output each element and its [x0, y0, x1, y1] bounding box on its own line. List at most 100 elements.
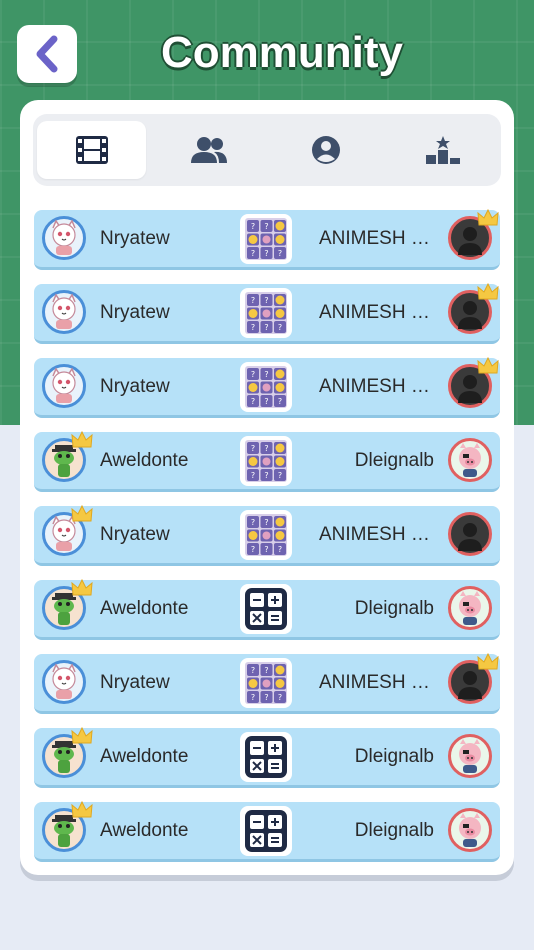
left-player-cat-avatar[interactable] — [42, 660, 86, 704]
match-row[interactable]: Nryatew ANIMESH M...????? — [34, 356, 500, 418]
right-player-silhouette-avatar[interactable] — [448, 208, 499, 260]
left-player-cat-avatar[interactable] — [42, 290, 86, 334]
tab-profile[interactable] — [271, 121, 380, 179]
right-player-silhouette-avatar[interactable] — [448, 282, 499, 334]
puzzle-grid-icon: ????? — [240, 214, 292, 264]
match-row[interactable]: Aweldonte Dleignalb — [34, 578, 500, 640]
left-player-name: Nryatew — [100, 228, 170, 249]
right-player-pig-avatar[interactable] — [448, 438, 492, 482]
svg-text:?: ? — [278, 249, 282, 258]
crown-icon — [477, 652, 499, 676]
puzzle-grid-icon: ????? — [240, 362, 292, 412]
svg-text:?: ? — [251, 249, 255, 258]
right-player-silhouette-avatar[interactable] — [448, 356, 499, 408]
right-player-name: Dleignalb — [354, 746, 434, 767]
puzzle-grid-icon: ????? — [240, 658, 292, 708]
svg-text:?: ? — [251, 397, 255, 406]
right-player-name: Dleignalb — [354, 598, 434, 619]
left-player-lizard-avatar[interactable] — [42, 726, 93, 778]
svg-text:?: ? — [264, 323, 268, 332]
right-player-name: ANIMESH M... — [319, 672, 434, 693]
tab-replays[interactable] — [37, 121, 146, 179]
svg-text:?: ? — [264, 693, 268, 702]
svg-text:?: ? — [251, 518, 255, 527]
left-player-cat-avatar[interactable] — [42, 504, 93, 556]
svg-text:?: ? — [251, 296, 255, 305]
svg-text:?: ? — [278, 545, 282, 554]
calculator-icon — [240, 732, 292, 782]
left-player-name: Aweldonte — [100, 746, 189, 767]
svg-text:?: ? — [264, 666, 268, 675]
podium-icon — [425, 136, 460, 164]
svg-text:?: ? — [264, 444, 268, 453]
right-player-silhouette-avatar[interactable] — [448, 512, 492, 556]
svg-text:?: ? — [264, 471, 268, 480]
puzzle-grid-icon: ????? — [240, 510, 292, 560]
tab-leaderboard[interactable] — [388, 121, 497, 179]
left-player-lizard-avatar[interactable] — [42, 430, 93, 482]
svg-text:?: ? — [264, 518, 268, 527]
svg-text:?: ? — [278, 323, 282, 332]
svg-text:?: ? — [251, 370, 255, 379]
crown-icon — [477, 208, 499, 232]
crown-icon — [71, 800, 93, 824]
left-player-name: Aweldonte — [100, 820, 189, 841]
right-player-name: ANIMESH M... — [319, 376, 434, 397]
calculator-icon — [240, 806, 292, 856]
right-player-pig-avatar[interactable] — [448, 734, 492, 778]
crown-icon — [71, 504, 93, 528]
match-row[interactable]: Aweldonte Dleignalb — [34, 726, 500, 788]
match-row[interactable]: Aweldonte Dleignalb????? — [34, 430, 500, 492]
left-player-name: Nryatew — [100, 302, 170, 323]
svg-text:?: ? — [264, 296, 268, 305]
left-player-name: Aweldonte — [100, 450, 189, 471]
right-player-name: ANIMESH M... — [319, 302, 434, 323]
right-player-pig-avatar[interactable] — [448, 808, 492, 852]
left-player-name: Nryatew — [100, 524, 170, 545]
tab-bar — [33, 114, 501, 186]
left-player-name: Nryatew — [100, 376, 170, 397]
community-panel: Nryatew ANIMESH M...????? Nryatew ANIMESH M… — [20, 100, 514, 875]
calculator-icon — [240, 584, 292, 634]
crown-icon — [71, 430, 93, 454]
puzzle-grid-icon: ????? — [240, 436, 292, 486]
svg-text:?: ? — [251, 323, 255, 332]
svg-text:?: ? — [251, 693, 255, 702]
match-row[interactable]: Nryatew ANIMESH M...????? — [34, 652, 500, 714]
right-player-name: ANIMESH M... — [319, 524, 434, 545]
tab-friends[interactable] — [154, 121, 263, 179]
left-player-cat-avatar[interactable] — [42, 216, 86, 260]
right-player-name: Dleignalb — [354, 450, 434, 471]
svg-text:?: ? — [278, 693, 282, 702]
page-title: Community — [161, 28, 403, 77]
puzzle-grid-icon: ????? — [240, 288, 292, 338]
film-icon — [75, 136, 108, 164]
right-player-pig-avatar[interactable] — [448, 586, 492, 630]
crown-icon — [71, 726, 93, 750]
match-row[interactable]: Nryatew ANIMESH M...????? — [34, 504, 500, 566]
svg-text:?: ? — [264, 222, 268, 231]
svg-text:?: ? — [251, 666, 255, 675]
match-row[interactable]: Nryatew ANIMESH M...????? — [34, 282, 500, 344]
svg-text:?: ? — [264, 370, 268, 379]
right-player-silhouette-avatar[interactable] — [448, 652, 499, 704]
left-player-lizard-avatar[interactable] — [42, 578, 93, 630]
svg-text:?: ? — [264, 249, 268, 258]
left-player-name: Nryatew — [100, 672, 170, 693]
match-row[interactable]: Nryatew ANIMESH M...????? — [34, 208, 500, 270]
svg-text:?: ? — [251, 471, 255, 480]
svg-text:?: ? — [251, 444, 255, 453]
match-row[interactable]: Aweldonte Dleignalb — [34, 800, 500, 862]
right-player-name: Dleignalb — [354, 820, 434, 841]
svg-text:?: ? — [278, 471, 282, 480]
users-icon — [190, 137, 227, 163]
svg-text:?: ? — [278, 397, 282, 406]
crown-icon — [477, 282, 499, 306]
svg-text:?: ? — [251, 222, 255, 231]
crown-icon — [477, 356, 499, 380]
right-player-name: ANIMESH M... — [319, 228, 434, 249]
left-player-lizard-avatar[interactable] — [42, 800, 93, 852]
crown-icon — [71, 578, 93, 602]
svg-text:?: ? — [264, 397, 268, 406]
left-player-cat-avatar[interactable] — [42, 364, 86, 408]
